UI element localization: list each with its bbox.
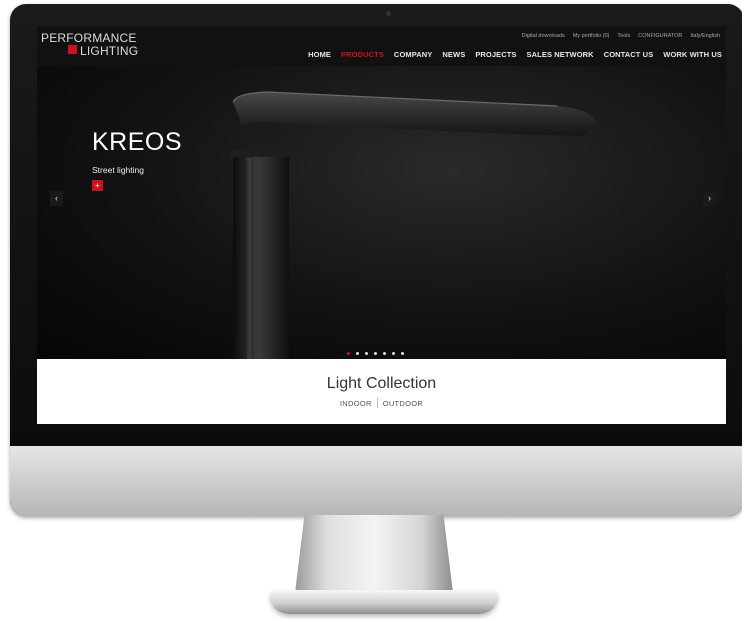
lamp-pole [233, 152, 289, 359]
utility-nav: Digital downloads My portfolio (0) Tools… [522, 33, 720, 39]
slider-dot-6[interactable] [392, 352, 395, 355]
nav-item-contact-us[interactable]: CONTACT US [604, 50, 654, 59]
collection-indoor-link[interactable]: INDOOR [340, 399, 372, 408]
site-header: PERFORMANCE LIGHTING Digital downloads M… [37, 26, 726, 66]
logo-line-1: PERFORMANCE [41, 31, 137, 45]
nav-item-sales-network[interactable]: SALES NETWORK [527, 50, 594, 59]
brand-logo[interactable]: PERFORMANCE LIGHTING [41, 32, 138, 57]
slider-next-arrow-icon[interactable]: › [703, 191, 716, 206]
collection-divider [376, 398, 378, 408]
slider-dot-4[interactable] [374, 352, 377, 355]
nav-item-work-with-us[interactable]: WORK WITH US [663, 50, 722, 59]
slider-prev-arrow-icon[interactable]: ‹ [50, 191, 63, 206]
util-link-configurator[interactable]: CONFIGURATOR [638, 33, 682, 39]
main-nav: HOME PRODUCTS COMPANY NEWS PROJECTS SALE… [308, 50, 722, 59]
camera-icon [386, 11, 391, 16]
nav-item-company[interactable]: COMPANY [394, 50, 432, 59]
lamp-pole-highlight [247, 158, 251, 359]
hero-subtitle: Street lighting [92, 165, 144, 175]
logo-mark-icon [68, 45, 77, 54]
nav-item-home[interactable]: HOME [308, 50, 331, 59]
monitor-stand-neck [295, 515, 453, 593]
slider-dot-2[interactable] [356, 352, 359, 355]
slider-dot-7[interactable] [401, 352, 404, 355]
lamp-collar [230, 150, 292, 157]
nav-item-products[interactable]: PRODUCTS [341, 50, 384, 59]
logo-line-2-text: LIGHTING [80, 44, 139, 58]
hero-title: KREOS [92, 128, 183, 156]
util-link-tools[interactable]: Tools [617, 33, 630, 39]
street-lamp-image [230, 91, 597, 359]
nav-item-projects[interactable]: PROJECTS [475, 50, 516, 59]
hero-more-button[interactable]: + [92, 180, 103, 191]
imac-monitor: PERFORMANCE LIGHTING Digital downloads M… [10, 4, 742, 516]
util-link-my-portfolio[interactable]: My portfolio (0) [573, 33, 610, 39]
monitor-stand-base [270, 590, 498, 614]
stage: PERFORMANCE LIGHTING Digital downloads M… [0, 0, 742, 619]
monitor-chin [10, 446, 742, 516]
slider-dot-3[interactable] [365, 352, 368, 355]
slider-dot-5[interactable] [383, 352, 386, 355]
website-screen: PERFORMANCE LIGHTING Digital downloads M… [37, 26, 726, 424]
util-link-digital-downloads[interactable]: Digital downloads [522, 33, 565, 39]
logo-line-2: LIGHTING [41, 45, 138, 57]
collection-outdoor-link[interactable]: OUTDOOR [383, 399, 423, 408]
util-link-language[interactable]: Italy/English [690, 33, 720, 39]
nav-item-news[interactable]: NEWS [442, 50, 465, 59]
slider-pagination [347, 352, 404, 355]
hero-slider: KREOS Street lighting + ‹ › [37, 66, 726, 359]
light-collection-section: Light Collection INDOOR OUTDOOR [37, 359, 726, 424]
collection-title: Light Collection [326, 375, 437, 392]
slider-dot-1[interactable] [347, 352, 350, 355]
collection-links: INDOOR OUTDOOR [37, 398, 726, 408]
